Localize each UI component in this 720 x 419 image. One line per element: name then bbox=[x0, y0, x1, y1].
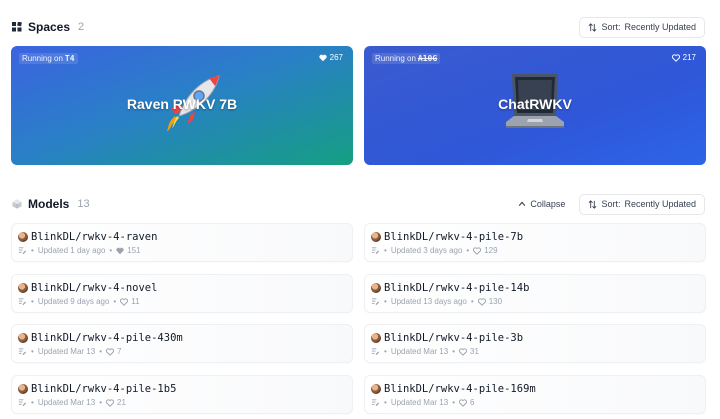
model-card[interactable]: BlinkDL/rwkv-4-pile-14b • Updated 13 day… bbox=[364, 274, 706, 313]
model-card[interactable]: BlinkDL/rwkv-4-pile-430m • Updated Mar 1… bbox=[11, 324, 353, 363]
avatar bbox=[371, 384, 381, 394]
text-generation-icon bbox=[371, 246, 380, 255]
sort-icon bbox=[588, 22, 597, 32]
spaces-title: Spaces bbox=[28, 20, 71, 34]
avatar bbox=[18, 333, 28, 343]
model-updated: Updated 1 day ago bbox=[37, 246, 106, 255]
cube-icon bbox=[11, 199, 22, 210]
model-likes: 7 bbox=[117, 347, 122, 356]
hardware-label: A10G bbox=[417, 54, 438, 63]
text-generation-icon bbox=[18, 246, 27, 255]
space-title: ChatRWKV bbox=[498, 96, 572, 112]
sort-value: Recently Updated bbox=[624, 22, 696, 32]
text-generation-icon bbox=[18, 297, 27, 306]
text-generation-icon bbox=[18, 398, 27, 407]
models-count: 13 bbox=[77, 198, 90, 210]
text-generation-icon bbox=[18, 347, 27, 356]
text-generation-icon bbox=[371, 347, 380, 356]
heart-outline-icon bbox=[106, 347, 114, 356]
space-title: Raven RWKV 7B bbox=[126, 96, 238, 112]
model-updated: Updated 9 days ago bbox=[37, 297, 110, 306]
avatar bbox=[18, 384, 28, 394]
spaces-count: 2 bbox=[78, 21, 85, 33]
model-likes: 31 bbox=[470, 347, 479, 356]
sort-icon bbox=[588, 199, 597, 209]
space-likes: 267 bbox=[319, 53, 343, 62]
model-name: BlinkDL/rwkv-4-pile-1b5 bbox=[31, 383, 177, 395]
sort-label: Sort: bbox=[601, 199, 621, 209]
heart-icon bbox=[319, 54, 327, 62]
model-likes: 151 bbox=[127, 246, 141, 255]
heart-outline-icon bbox=[671, 53, 680, 62]
sort-value: Recently Updated bbox=[624, 199, 696, 209]
model-card[interactable]: BlinkDL/rwkv-4-novel • Updated 9 days ag… bbox=[11, 274, 353, 313]
avatar bbox=[371, 333, 381, 343]
heart-icon bbox=[116, 247, 124, 255]
running-badge: Running on T4 bbox=[19, 53, 78, 64]
avatar bbox=[371, 232, 381, 242]
heart-outline-icon bbox=[473, 246, 482, 255]
space-likes: 217 bbox=[671, 53, 696, 62]
heart-outline-icon bbox=[477, 297, 486, 306]
avatar bbox=[371, 283, 381, 293]
sort-label: Sort: bbox=[601, 22, 621, 32]
model-card[interactable]: BlinkDL/rwkv-4-pile-3b • Updated Mar 13 … bbox=[364, 324, 706, 363]
heart-outline-icon bbox=[106, 398, 114, 407]
model-name: BlinkDL/rwkv-4-pile-14b bbox=[384, 282, 530, 294]
models-sort-button[interactable]: Sort: Recently Updated bbox=[579, 193, 705, 215]
spaces-header: Spaces 2 Sort: Recently Updated bbox=[11, 16, 705, 38]
space-card-raven-rwkv-7b[interactable]: Running on T4 267 Raven RWKV 7B bbox=[11, 46, 353, 165]
model-updated: Updated 3 days ago bbox=[390, 246, 463, 255]
model-name: BlinkDL/rwkv-4-novel bbox=[31, 282, 158, 294]
model-likes: 11 bbox=[131, 297, 140, 306]
model-updated: Updated 13 days ago bbox=[390, 297, 467, 306]
heart-outline-icon bbox=[459, 398, 467, 407]
model-name: BlinkDL/rwkv-4-pile-3b bbox=[384, 332, 524, 344]
text-generation-icon bbox=[371, 398, 380, 407]
model-name: BlinkDL/rwkv-4-pile-7b bbox=[384, 231, 524, 243]
hardware-label: T4 bbox=[64, 54, 75, 63]
model-name: BlinkDL/rwkv-4-pile-169m bbox=[384, 383, 536, 395]
model-likes: 130 bbox=[488, 297, 503, 306]
model-updated: Updated Mar 13 bbox=[37, 398, 96, 407]
model-likes: 6 bbox=[470, 398, 475, 407]
space-card-chatrwkv[interactable]: Running on A10G 217 ChatRWKV bbox=[364, 46, 706, 165]
models-header: Models 13 Collapse Sort: Recently Update… bbox=[11, 193, 705, 215]
model-name: BlinkDL/rwkv-4-pile-430m bbox=[31, 332, 183, 344]
chevron-up-icon bbox=[518, 200, 526, 208]
model-card[interactable]: BlinkDL/rwkv-4-raven • Updated 1 day ago… bbox=[11, 223, 353, 262]
models-title: Models bbox=[28, 197, 70, 211]
model-name: BlinkDL/rwkv-4-raven bbox=[31, 231, 158, 243]
model-card[interactable]: BlinkDL/rwkv-4-pile-7b • Updated 3 days … bbox=[364, 223, 706, 262]
model-likes: 129 bbox=[484, 246, 498, 255]
spaces-icon bbox=[11, 22, 22, 33]
avatar bbox=[18, 283, 28, 293]
avatar bbox=[18, 232, 28, 242]
running-badge: Running on A10G bbox=[372, 53, 441, 64]
model-card[interactable]: BlinkDL/rwkv-4-pile-1b5 • Updated Mar 13… bbox=[11, 375, 353, 414]
model-card[interactable]: BlinkDL/rwkv-4-pile-169m • Updated Mar 1… bbox=[364, 375, 706, 414]
collapse-button[interactable]: Collapse bbox=[510, 194, 573, 215]
model-updated: Updated Mar 13 bbox=[390, 347, 449, 356]
model-updated: Updated Mar 13 bbox=[390, 398, 449, 407]
text-generation-icon bbox=[371, 297, 380, 306]
heart-outline-icon bbox=[459, 347, 467, 356]
model-likes: 21 bbox=[117, 398, 126, 407]
model-updated: Updated Mar 13 bbox=[37, 347, 96, 356]
spaces-sort-button[interactable]: Sort: Recently Updated bbox=[579, 16, 705, 38]
heart-outline-icon bbox=[120, 297, 129, 306]
